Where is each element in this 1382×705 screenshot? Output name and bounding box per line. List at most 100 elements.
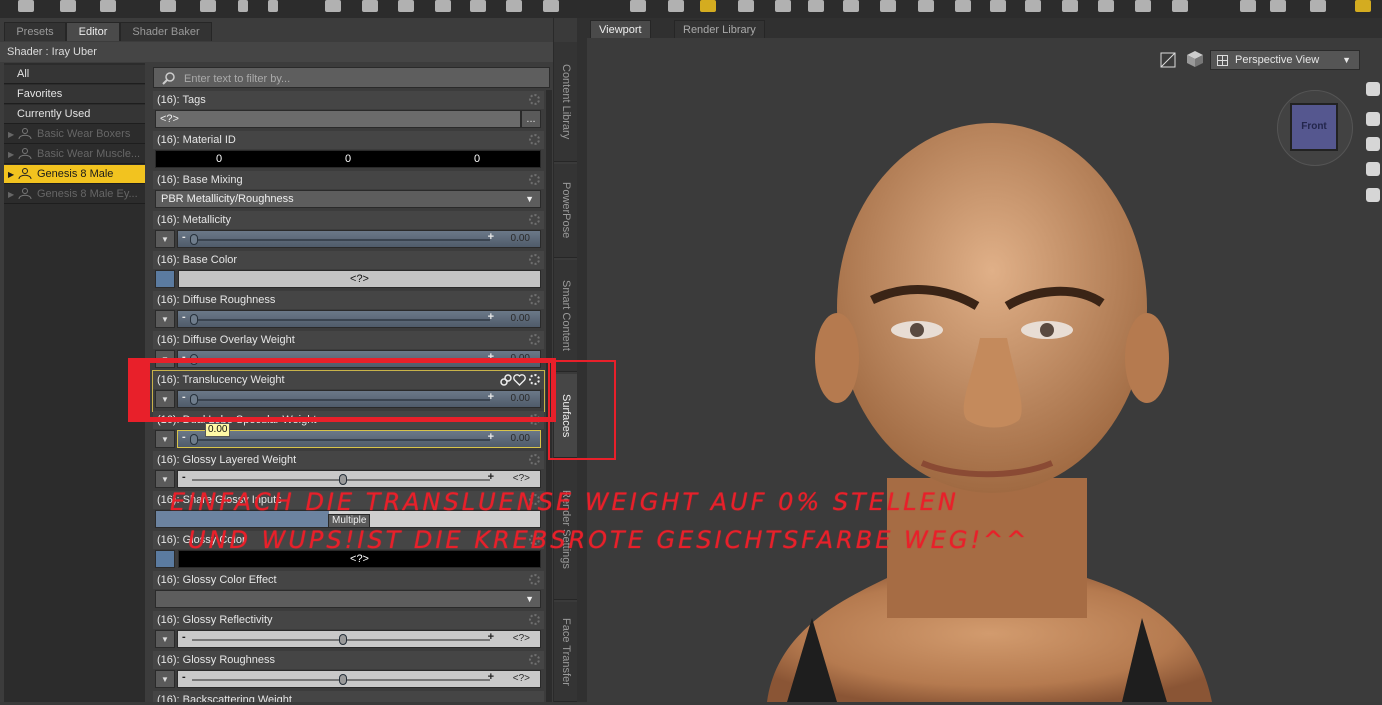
glossy-layered-slider[interactable]: - + <?> bbox=[177, 470, 541, 488]
dropdown-arrow-icon[interactable]: ▼ bbox=[155, 670, 175, 688]
plus-icon[interactable]: + bbox=[488, 671, 494, 683]
dropdown-arrow-icon[interactable]: ▼ bbox=[155, 430, 175, 448]
glossy-roughness-slider[interactable]: - + <?> bbox=[177, 670, 541, 688]
tab-smart-content[interactable]: Smart Content bbox=[554, 260, 578, 372]
tab-editor[interactable]: Editor bbox=[66, 22, 120, 41]
slider-knob[interactable] bbox=[339, 474, 347, 485]
slider-knob[interactable] bbox=[190, 314, 198, 325]
toolbar-icon[interactable] bbox=[918, 0, 934, 12]
toolbar-icon[interactable] bbox=[1025, 0, 1041, 12]
3d-viewport[interactable] bbox=[587, 38, 1382, 702]
base-color-field[interactable]: <?> bbox=[178, 270, 541, 288]
glossy-reflectivity-slider[interactable]: - + <?> bbox=[177, 630, 541, 648]
expand-arrow-icon[interactable]: ▶ bbox=[8, 185, 14, 204]
toolbar-icon[interactable] bbox=[955, 0, 971, 12]
toolbar-icon[interactable] bbox=[880, 0, 896, 12]
toolbar-icon[interactable] bbox=[1098, 0, 1114, 12]
toolbar-icon[interactable] bbox=[160, 0, 176, 12]
filter-input[interactable] bbox=[182, 70, 546, 87]
slider-knob[interactable] bbox=[339, 634, 347, 645]
toolbar-icon[interactable] bbox=[435, 0, 451, 12]
toolbar-icon[interactable] bbox=[668, 0, 684, 12]
toolbar-icon[interactable] bbox=[1062, 0, 1078, 12]
toolbar-icon[interactable] bbox=[1240, 0, 1256, 12]
slider-knob[interactable] bbox=[339, 674, 347, 685]
gear-icon[interactable] bbox=[529, 254, 540, 265]
camera-cube-icon[interactable] bbox=[1185, 50, 1205, 68]
view-cube[interactable]: Front bbox=[1290, 103, 1338, 151]
diffuse-roughness-slider[interactable]: - + 0.00 bbox=[177, 310, 541, 328]
toolbar-icon[interactable] bbox=[630, 0, 646, 12]
toolbar-icon[interactable] bbox=[470, 0, 486, 12]
tab-content-library[interactable]: Content Library bbox=[554, 42, 578, 162]
dropdown-arrow-icon[interactable]: ▼ bbox=[155, 310, 175, 328]
toolbar-icon[interactable] bbox=[1135, 0, 1151, 12]
plus-icon[interactable]: + bbox=[488, 471, 494, 483]
undo-icon[interactable] bbox=[238, 0, 248, 12]
toolbar-icon[interactable] bbox=[362, 0, 378, 12]
dropdown-arrow-icon[interactable]: ▼ bbox=[155, 230, 175, 248]
toolbar-icon[interactable] bbox=[60, 0, 76, 12]
minus-icon[interactable]: - bbox=[182, 671, 186, 683]
color-swatch[interactable] bbox=[155, 270, 175, 288]
slider-knob[interactable] bbox=[190, 234, 198, 245]
tab-shader-baker[interactable]: Shader Baker bbox=[120, 22, 212, 41]
material-item[interactable]: ▶ Basic Wear Boxers bbox=[4, 125, 145, 144]
tab-viewport[interactable]: Viewport bbox=[590, 20, 651, 39]
rotate-icon[interactable] bbox=[1366, 82, 1380, 96]
dual-lobe-slider[interactable]: - + 0.00 bbox=[177, 430, 541, 448]
minus-icon[interactable]: - bbox=[182, 471, 186, 483]
material-item[interactable]: ▶ Basic Wear Muscle... bbox=[4, 145, 145, 164]
redo-icon[interactable] bbox=[268, 0, 278, 12]
category-all[interactable]: All bbox=[4, 65, 145, 84]
plus-icon[interactable]: + bbox=[488, 431, 494, 443]
tab-presets[interactable]: Presets bbox=[4, 22, 66, 41]
toolbar-icon[interactable] bbox=[200, 0, 216, 12]
expand-arrow-icon[interactable]: ▶ bbox=[8, 145, 14, 164]
tags-field[interactable]: <?> bbox=[155, 110, 521, 128]
zoom-icon[interactable] bbox=[1366, 137, 1380, 151]
toolbar-icon[interactable] bbox=[738, 0, 754, 12]
gear-icon[interactable] bbox=[529, 454, 540, 465]
orbit-icon[interactable] bbox=[1366, 188, 1380, 202]
grid-toggle-icon[interactable] bbox=[1160, 52, 1176, 68]
tab-render-library[interactable]: Render Library bbox=[674, 20, 765, 39]
toolbar-icon[interactable] bbox=[18, 0, 34, 12]
category-favorites[interactable]: Favorites bbox=[4, 85, 145, 104]
minus-icon[interactable]: - bbox=[182, 311, 186, 323]
toolbar-icon[interactable] bbox=[843, 0, 859, 12]
toolbar-icon[interactable] bbox=[775, 0, 791, 12]
pan-icon[interactable] bbox=[1366, 112, 1380, 126]
gear-icon[interactable] bbox=[529, 334, 540, 345]
glossy-color-effect-select[interactable]: ▼ bbox=[155, 590, 541, 608]
minus-icon[interactable]: - bbox=[182, 231, 186, 243]
tab-face-transfer[interactable]: Face Transfer bbox=[554, 602, 578, 702]
metallicity-slider[interactable]: - + 0.00 bbox=[177, 230, 541, 248]
toolbar-icon[interactable] bbox=[398, 0, 414, 12]
toolbar-icon[interactable] bbox=[506, 0, 522, 12]
toolbar-icon[interactable] bbox=[1355, 0, 1371, 12]
minus-icon[interactable]: - bbox=[182, 631, 186, 643]
gear-icon[interactable] bbox=[529, 614, 540, 625]
toolbar-icon[interactable] bbox=[1172, 0, 1188, 12]
dropdown-arrow-icon[interactable]: ▼ bbox=[155, 630, 175, 648]
plus-icon[interactable]: + bbox=[488, 231, 494, 243]
gear-icon[interactable] bbox=[529, 134, 540, 145]
toolbar-icon[interactable] bbox=[1270, 0, 1286, 12]
color-swatch[interactable] bbox=[155, 550, 175, 568]
category-currently-used[interactable]: Currently Used bbox=[4, 105, 145, 124]
slider-knob[interactable] bbox=[190, 434, 198, 445]
expand-arrow-icon[interactable]: ▶ bbox=[8, 165, 14, 184]
expand-arrow-icon[interactable]: ▶ bbox=[8, 125, 14, 144]
gear-icon[interactable] bbox=[529, 174, 540, 185]
frame-icon[interactable] bbox=[1366, 162, 1380, 176]
pointer-icon[interactable] bbox=[700, 0, 716, 12]
view-mode-select[interactable]: Perspective View ▼ bbox=[1210, 50, 1360, 70]
gear-icon[interactable] bbox=[529, 214, 540, 225]
gear-icon[interactable] bbox=[529, 654, 540, 665]
toolbar-icon[interactable] bbox=[543, 0, 559, 12]
material-item-selected[interactable]: ▶ Genesis 8 Male bbox=[4, 165, 145, 184]
camera-icon[interactable] bbox=[325, 0, 341, 12]
toolbar-icon[interactable] bbox=[808, 0, 824, 12]
tags-more-button[interactable]: ... bbox=[521, 110, 541, 128]
